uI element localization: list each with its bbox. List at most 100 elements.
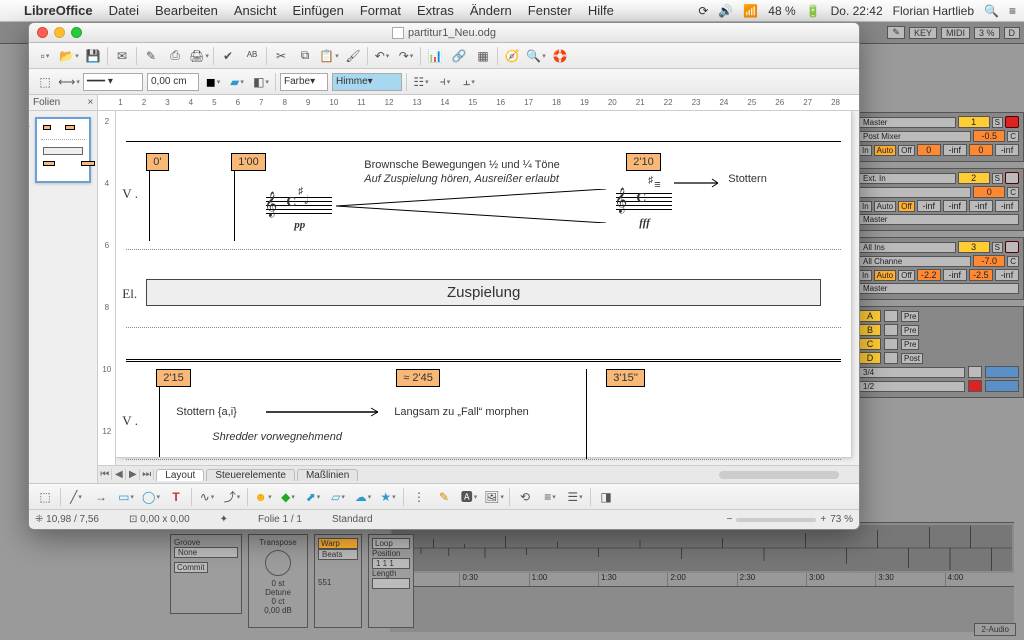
send-b[interactable]: -inf	[943, 269, 967, 281]
minimize-icon[interactable]	[54, 27, 65, 38]
record-arm[interactable]	[1005, 172, 1019, 184]
area-fill-icon[interactable]: ▰	[227, 72, 247, 92]
master-vol[interactable]	[985, 380, 1019, 392]
ellipse-tool-icon[interactable]: ◯	[141, 487, 161, 507]
text-tool-icon[interactable]: T	[166, 487, 186, 507]
monitor-off[interactable]: Off	[898, 145, 915, 156]
send-c[interactable]: 0	[969, 144, 993, 156]
loop-toggle[interactable]: Loop	[372, 538, 410, 549]
volume[interactable]: -7.0	[973, 255, 1005, 267]
key-button[interactable]: KEY	[909, 27, 937, 39]
pan-c[interactable]: C	[1007, 131, 1019, 142]
scene-frac[interactable]: 3/4	[859, 367, 965, 378]
menu-einfuegen[interactable]: Einfügen	[293, 3, 344, 18]
record-arm[interactable]	[1005, 241, 1019, 253]
wifi-icon[interactable]: 📶	[743, 4, 758, 18]
sync-icon[interactable]: ⟳	[698, 4, 708, 18]
send-a[interactable]: -2.2	[917, 269, 941, 281]
scene-pre[interactable]: Pre	[901, 325, 919, 336]
from-file-icon[interactable]: 🖼	[484, 487, 504, 507]
scene-pre[interactable]: Pre	[901, 311, 919, 322]
chart-icon[interactable]: 📊	[425, 46, 445, 66]
callouts-icon[interactable]: ☁	[353, 487, 373, 507]
slides-panel[interactable]: Folien×	[29, 95, 98, 483]
line-tool-icon[interactable]: ╱	[66, 487, 86, 507]
copy-icon[interactable]: ⧉	[295, 46, 315, 66]
tab-masslinien[interactable]: Maßlinien	[297, 469, 358, 481]
groove-select[interactable]: None	[174, 547, 238, 558]
scene-stop[interactable]	[884, 324, 898, 336]
scene-stop[interactable]	[884, 310, 898, 322]
arrow-tool-icon[interactable]: →	[91, 487, 111, 507]
send-d[interactable]: -inf	[995, 144, 1019, 156]
clip-end[interactable]: 551	[318, 578, 358, 587]
loop-position[interactable]: 1 1 1	[372, 558, 410, 569]
zoom-out-icon[interactable]: −	[727, 514, 733, 525]
send-d[interactable]: -inf	[995, 200, 1019, 212]
clone-format-icon[interactable]: 🖌	[343, 46, 363, 66]
menu-extras-icon[interactable]: ≡	[1009, 4, 1016, 18]
pencil-icon[interactable]: ✎	[887, 26, 905, 39]
daw-footer-track[interactable]: 2-Audio	[974, 623, 1016, 636]
alignment-icon[interactable]: ≡	[540, 487, 560, 507]
clock[interactable]: Do. 22:42	[831, 4, 883, 18]
output-select[interactable]: Master	[859, 214, 1019, 225]
track-num[interactable]: 1	[958, 116, 990, 128]
scene-rec[interactable]	[968, 380, 982, 392]
time-marker[interactable]: 1'00	[231, 153, 265, 171]
window-titlebar[interactable]: partitur1_Neu.odg	[29, 23, 859, 43]
scene-pre[interactable]: Pre	[901, 339, 919, 350]
output-select[interactable]: Master	[859, 283, 1019, 294]
fill-type-select[interactable]: Farbe ▾	[280, 73, 328, 91]
solo-button[interactable]: S	[992, 242, 1003, 253]
monitor-in[interactable]: In	[859, 270, 872, 281]
volume-icon[interactable]: 🔊	[718, 4, 733, 18]
io-select[interactable]: All Ins	[859, 242, 956, 253]
monitor-auto[interactable]: Auto	[874, 270, 896, 281]
undo-icon[interactable]: ↶	[372, 46, 392, 66]
post-select[interactable]: All Channe	[859, 256, 971, 267]
record-arm[interactable]	[1005, 116, 1019, 128]
block-arrows-icon[interactable]: ⬈	[303, 487, 323, 507]
transpose-dial[interactable]	[265, 550, 291, 576]
edit-points-icon[interactable]: ⋮	[409, 487, 429, 507]
horizontal-scrollbar[interactable]	[719, 471, 839, 479]
cue-vol[interactable]	[985, 366, 1019, 378]
app-name[interactable]: LibreOffice	[24, 3, 93, 18]
menu-fenster[interactable]: Fenster	[528, 3, 572, 18]
post-select[interactable]	[859, 187, 971, 198]
save-icon[interactable]: 💾	[83, 46, 103, 66]
menu-hilfe[interactable]: Hilfe	[588, 3, 614, 18]
zoom-percent[interactable]: 73 %	[830, 514, 853, 525]
monitor-off[interactable]: Off	[898, 270, 915, 281]
rectangle-tool-icon[interactable]: ▭	[116, 487, 136, 507]
edit-icon[interactable]: ✎	[141, 46, 161, 66]
line-width-field[interactable]: 0,00 cm	[147, 73, 199, 91]
print-icon[interactable]: 🖨	[189, 46, 209, 66]
scene-stop[interactable]	[884, 352, 898, 364]
line-style-select[interactable]: ━━━ ▾	[83, 73, 143, 91]
clip-gain[interactable]: 0,00 dB	[252, 606, 304, 615]
send-a[interactable]: 0	[917, 144, 941, 156]
distribute-icon[interactable]: ⫠	[459, 72, 479, 92]
stars-icon[interactable]: ★	[378, 487, 398, 507]
zoom-tool-icon[interactable]: 🔍	[526, 46, 546, 66]
basic-shapes-icon[interactable]: ☻	[253, 487, 273, 507]
scene-a[interactable]: A	[859, 310, 881, 322]
menu-format[interactable]: Format	[360, 3, 401, 18]
hyperlink-icon[interactable]: 🔗	[449, 46, 469, 66]
line-end-icon[interactable]: ⟷	[59, 72, 79, 92]
user-name[interactable]: Florian Hartlieb	[893, 4, 974, 18]
scene-frac[interactable]: 1/2	[859, 381, 965, 392]
redo-icon[interactable]: ↷	[396, 46, 416, 66]
detune-value[interactable]: 0 ct	[252, 597, 304, 606]
spotlight-icon[interactable]: 🔍	[984, 4, 999, 18]
vertical-ruler[interactable]: 2468101214	[98, 111, 116, 465]
disk-button[interactable]: D	[1004, 27, 1021, 39]
menu-aendern[interactable]: Ändern	[470, 3, 512, 18]
monitor-auto[interactable]: Auto	[874, 145, 896, 156]
track-num[interactable]: 3	[958, 241, 990, 253]
glue-points-icon[interactable]: ✎	[434, 487, 454, 507]
flowchart-icon[interactable]: ▱	[328, 487, 348, 507]
table-icon[interactable]: ▦	[473, 46, 493, 66]
